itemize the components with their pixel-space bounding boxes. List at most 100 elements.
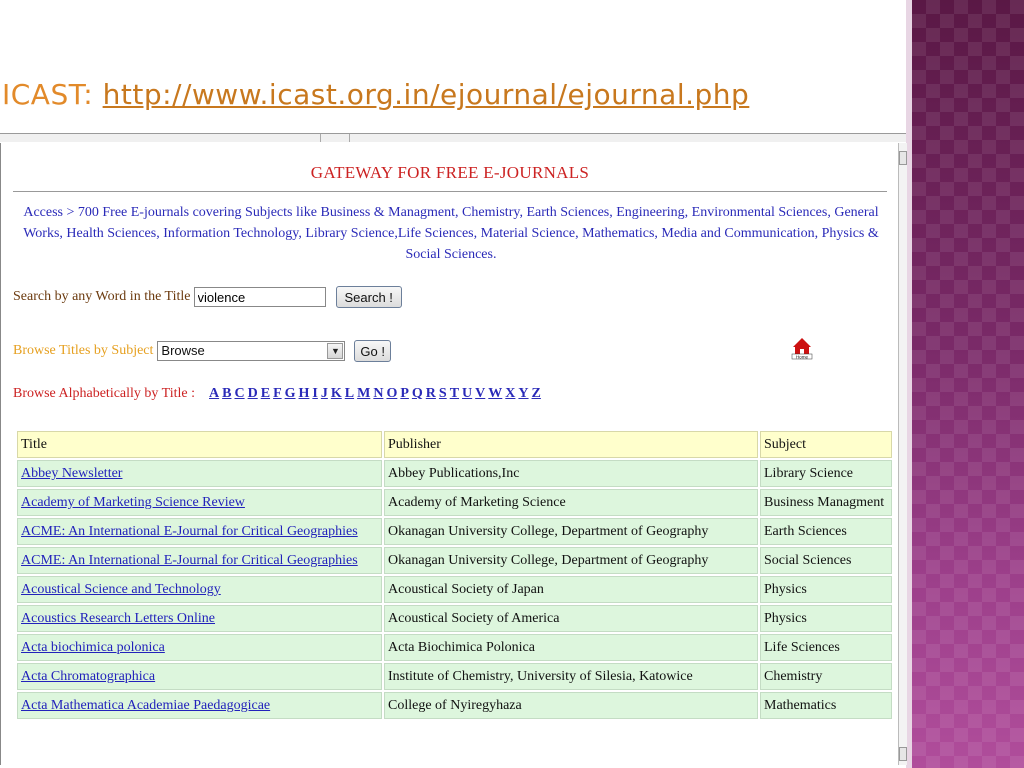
letter-link[interactable]: N (373, 386, 383, 402)
subject-cell: Earth Sciences (760, 518, 892, 545)
publisher-cell: Okanagan University College, Department … (384, 518, 758, 545)
letter-link[interactable]: I (312, 386, 317, 402)
slide-title-url-link[interactable]: http://www.icast.org.in/ejournal/ejourna… (103, 78, 750, 111)
title-cell: Acoustical Science and Technology (17, 576, 382, 603)
column-header-subject: Subject (760, 431, 892, 458)
alphabet-label: Browse Alphabetically by Title : (13, 386, 195, 401)
letter-link[interactable]: A (209, 386, 219, 402)
letter-link[interactable]: R (426, 386, 436, 402)
subject-cell: Library Science (760, 460, 892, 487)
publisher-cell: Acta Biochimica Polonica (384, 634, 758, 661)
title-cell: Acta biochimica polonica (17, 634, 382, 661)
publisher-cell: Institute of Chemistry, University of Si… (384, 663, 758, 690)
letter-link[interactable]: P (400, 386, 409, 402)
page-heading: GATEWAY FOR FREE E-JOURNALS (310, 163, 590, 182)
scroll-down-arrow-icon[interactable] (899, 747, 907, 761)
publisher-cell: Acoustical Society of America (384, 605, 758, 632)
publisher-cell: Okanagan University College, Department … (384, 547, 758, 574)
subject-cell: Life Sciences (760, 634, 892, 661)
journal-title-link[interactable]: Acta Mathematica Academiae Paedagogicae (21, 698, 270, 713)
letter-link[interactable]: H (299, 386, 310, 402)
go-button[interactable]: Go ! (354, 340, 391, 362)
subject-cell: Social Sciences (760, 547, 892, 574)
letter-link[interactable]: J (321, 386, 328, 402)
letter-link[interactable]: X (505, 386, 515, 402)
subject-cell: Business Managment (760, 489, 892, 516)
alphabet-letters: A B C D E F G H I J K L M N O P Q R S T … (209, 386, 541, 402)
subject-cell: Mathematics (760, 692, 892, 719)
journal-title-link[interactable]: Acoustics Research Letters Online (21, 611, 215, 626)
journal-title-link[interactable]: ACME: An International E-Journal for Cri… (21, 553, 358, 568)
alphabet-row: Browse Alphabetically by Title : A B C D… (13, 386, 541, 402)
letter-link[interactable]: T (450, 386, 459, 402)
letter-link[interactable]: S (439, 386, 447, 402)
letter-link[interactable]: D (248, 386, 258, 402)
journal-title-link[interactable]: Academy of Marketing Science Review (21, 495, 245, 510)
subject-select-value: Browse (161, 343, 205, 358)
journal-title-link[interactable]: Acta Chromatographica (21, 669, 155, 684)
subject-cell: Physics (760, 576, 892, 603)
table-row: Acoustics Research Letters Online Acoust… (17, 605, 892, 632)
table-row: Acta biochimica polonica Acta Biochimica… (17, 634, 892, 661)
title-cell: ACME: An International E-Journal for Cri… (17, 518, 382, 545)
browser-frame-strip (0, 133, 906, 142)
letter-link[interactable]: G (285, 386, 296, 402)
table-row: Abbey Newsletter Abbey Publications,Inc … (17, 460, 892, 487)
heading-divider (13, 191, 887, 192)
journals-table: Title Publisher Subject Abbey Newsletter… (15, 429, 894, 721)
letter-link[interactable]: F (273, 386, 282, 402)
home-icon[interactable]: Home (791, 336, 813, 360)
letter-link[interactable]: C (234, 386, 244, 402)
search-button[interactable]: Search ! (335, 286, 402, 308)
column-header-title: Title (17, 431, 382, 458)
title-cell: Acta Mathematica Academiae Paedagogicae (17, 692, 382, 719)
table-row: Academy of Marketing Science Review Acad… (17, 489, 892, 516)
letter-link[interactable]: E (261, 386, 270, 402)
letter-link[interactable]: K (331, 386, 342, 402)
journal-title-link[interactable]: Acta biochimica polonica (21, 640, 165, 655)
letter-link[interactable]: M (357, 386, 370, 402)
column-header-publisher: Publisher (384, 431, 758, 458)
letter-link[interactable]: U (462, 386, 472, 402)
letter-link[interactable]: B (222, 386, 231, 402)
letter-link[interactable]: Z (532, 386, 541, 402)
scroll-up-arrow-icon[interactable] (899, 151, 907, 165)
letter-link[interactable]: Q (412, 386, 423, 402)
table-header-row: Title Publisher Subject (17, 431, 892, 458)
title-cell: ACME: An International E-Journal for Cri… (17, 547, 382, 574)
letter-link[interactable]: W (488, 386, 502, 402)
letter-link[interactable]: L (345, 386, 354, 402)
access-description: Access > 700 Free E-journals covering Su… (23, 205, 879, 262)
webpage-viewport: GATEWAY FOR FREE E-JOURNALS Access > 700… (0, 143, 899, 765)
svg-text:Home: Home (796, 354, 809, 359)
publisher-cell: Acoustical Society of Japan (384, 576, 758, 603)
subject-cell: Chemistry (760, 663, 892, 690)
publisher-cell: Academy of Marketing Science (384, 489, 758, 516)
slide-title-label: ICAST: (2, 78, 103, 111)
browse-label: Browse Titles by Subject (13, 343, 154, 358)
letter-link[interactable]: O (386, 386, 397, 402)
subject-cell: Physics (760, 605, 892, 632)
journal-title-link[interactable]: Abbey Newsletter (21, 466, 122, 481)
title-cell: Abbey Newsletter (17, 460, 382, 487)
search-row: Search by any Word in the Title Search ! (13, 286, 402, 308)
browse-row: Browse Titles by Subject Browse ▼ Go ! (13, 340, 391, 362)
letter-link[interactable]: V (475, 386, 485, 402)
journal-title-link[interactable]: ACME: An International E-Journal for Cri… (21, 524, 358, 539)
letter-link[interactable]: Y (518, 386, 528, 402)
chevron-down-icon[interactable]: ▼ (327, 343, 344, 359)
slide-decoration-panel (912, 0, 1024, 768)
publisher-cell: Abbey Publications,Inc (384, 460, 758, 487)
subject-select[interactable]: Browse ▼ (157, 341, 346, 361)
table-row: Acoustical Science and Technology Acoust… (17, 576, 892, 603)
table-row: ACME: An International E-Journal for Cri… (17, 518, 892, 545)
search-input[interactable] (193, 287, 326, 307)
title-cell: Acoustics Research Letters Online (17, 605, 382, 632)
vertical-scrollbar[interactable] (898, 143, 907, 765)
table-row: Acta Chromatographica Institute of Chemi… (17, 663, 892, 690)
table-row: Acta Mathematica Academiae Paedagogicae … (17, 692, 892, 719)
publisher-cell: College of Nyiregyhaza (384, 692, 758, 719)
journal-title-link[interactable]: Acoustical Science and Technology (21, 582, 221, 597)
title-cell: Acta Chromatographica (17, 663, 382, 690)
title-cell: Academy of Marketing Science Review (17, 489, 382, 516)
